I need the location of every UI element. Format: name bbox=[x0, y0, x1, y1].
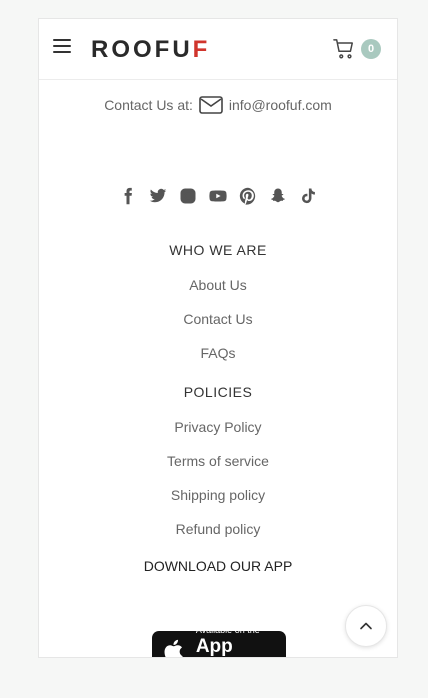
facebook-icon[interactable] bbox=[118, 186, 138, 206]
chevron-up-icon bbox=[360, 622, 372, 630]
who-we-are-heading: WHO WE ARE bbox=[169, 242, 267, 259]
app-store-badge-small-text: Available on the bbox=[195, 624, 260, 635]
cart-button[interactable]: 0 bbox=[333, 38, 381, 60]
header: ROOFUF 0 bbox=[39, 19, 397, 80]
about-us-link[interactable]: About Us bbox=[39, 276, 397, 310]
who-we-are-links: About Us Contact Us FAQs bbox=[39, 276, 397, 378]
logo[interactable]: ROOFUF bbox=[91, 36, 210, 64]
instagram-icon[interactable] bbox=[178, 186, 198, 206]
hamburger-menu-icon[interactable] bbox=[53, 39, 71, 55]
cart-icon bbox=[333, 39, 353, 59]
mail-icon bbox=[199, 96, 223, 115]
apple-icon bbox=[164, 639, 183, 657]
terms-of-service-link[interactable]: Terms of service bbox=[39, 452, 397, 486]
pinterest-icon[interactable] bbox=[238, 186, 258, 206]
scroll-to-top-button[interactable] bbox=[345, 605, 387, 647]
faqs-link[interactable]: FAQs bbox=[39, 344, 397, 378]
download-app-heading: DOWNLOAD OUR APP bbox=[143, 558, 293, 575]
shipping-policy-link[interactable]: Shipping policy bbox=[39, 486, 397, 520]
contact-us-link[interactable]: Contact Us bbox=[39, 310, 397, 344]
app-store-badge[interactable]: Available on the App Store bbox=[152, 625, 286, 658]
tiktok-icon[interactable] bbox=[298, 186, 318, 206]
twitter-icon[interactable] bbox=[148, 186, 168, 206]
privacy-policy-link[interactable]: Privacy Policy bbox=[39, 418, 397, 452]
contact-line: Contact Us at: info@roofuf.com bbox=[39, 96, 397, 115]
cart-count-badge: 0 bbox=[361, 39, 381, 59]
contact-label: Contact Us at: bbox=[104, 97, 193, 114]
snapchat-icon[interactable] bbox=[268, 186, 288, 206]
refund-policy-link[interactable]: Refund policy bbox=[39, 520, 397, 554]
social-links bbox=[39, 186, 397, 206]
youtube-icon[interactable] bbox=[208, 186, 228, 206]
policies-heading: POLICIES bbox=[183, 384, 253, 401]
policies-links: Privacy Policy Terms of service Shipping… bbox=[39, 418, 397, 554]
app-store-badge-big-text: App Store bbox=[195, 635, 245, 658]
contact-email-link[interactable]: info@roofuf.com bbox=[229, 97, 332, 113]
page-frame: ROOFUF 0 Contact Us at: info@roofuf.com bbox=[38, 18, 398, 658]
